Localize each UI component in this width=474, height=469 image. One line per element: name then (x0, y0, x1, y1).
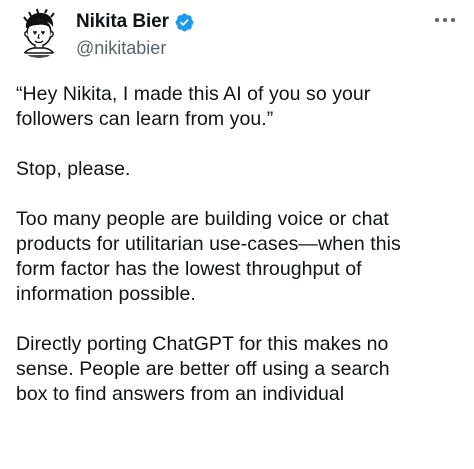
tweet-line: “Hey Nikita, I made this AI of you so yo… (16, 83, 371, 105)
tweet-line: form factor has the lowest throughput of (16, 258, 362, 280)
verified-badge-icon[interactable] (174, 12, 195, 33)
tweet-card: Nikita Bier @nikitabier “Hey Nikita, I m… (0, 0, 474, 469)
tweet-header: Nikita Bier @nikitabier (14, 8, 460, 60)
tweet-line: followers can learn from you.” (16, 108, 274, 130)
tweet-paragraph: Too many people are building voice or ch… (16, 207, 460, 307)
author-avatar[interactable] (14, 8, 64, 58)
tweet-paragraph: Directly porting ChatGPT for this makes … (16, 332, 460, 407)
tweet-text: “Hey Nikita, I made this AI of you so yo… (16, 82, 460, 407)
tweet-line: Too many people are building voice or ch… (16, 208, 389, 230)
tweet-line: sense. People are better off using a sea… (16, 358, 390, 380)
tweet-line: Directly porting ChatGPT for this makes … (16, 333, 389, 355)
author-display-name[interactable]: Nikita Bier (76, 11, 169, 33)
tweet-paragraph: “Hey Nikita, I made this AI of you so yo… (16, 82, 460, 132)
author-name-row: Nikita Bier (76, 10, 195, 34)
more-horizontal-icon (435, 18, 455, 22)
tweet-line: Stop, please. (16, 158, 131, 180)
tweet-paragraph: Stop, please. (16, 157, 460, 182)
tweet-line: information possible. (16, 283, 196, 305)
more-options-button[interactable] (432, 12, 458, 28)
tweet-line: box to find answers from an individual (16, 383, 345, 405)
author-handle[interactable]: @nikitabier (76, 37, 195, 59)
cartoon-portrait-avatar-icon (14, 8, 64, 58)
tweet-line: products for utilitarian use-cases—when … (16, 233, 401, 255)
author-info: Nikita Bier @nikitabier (76, 10, 195, 59)
